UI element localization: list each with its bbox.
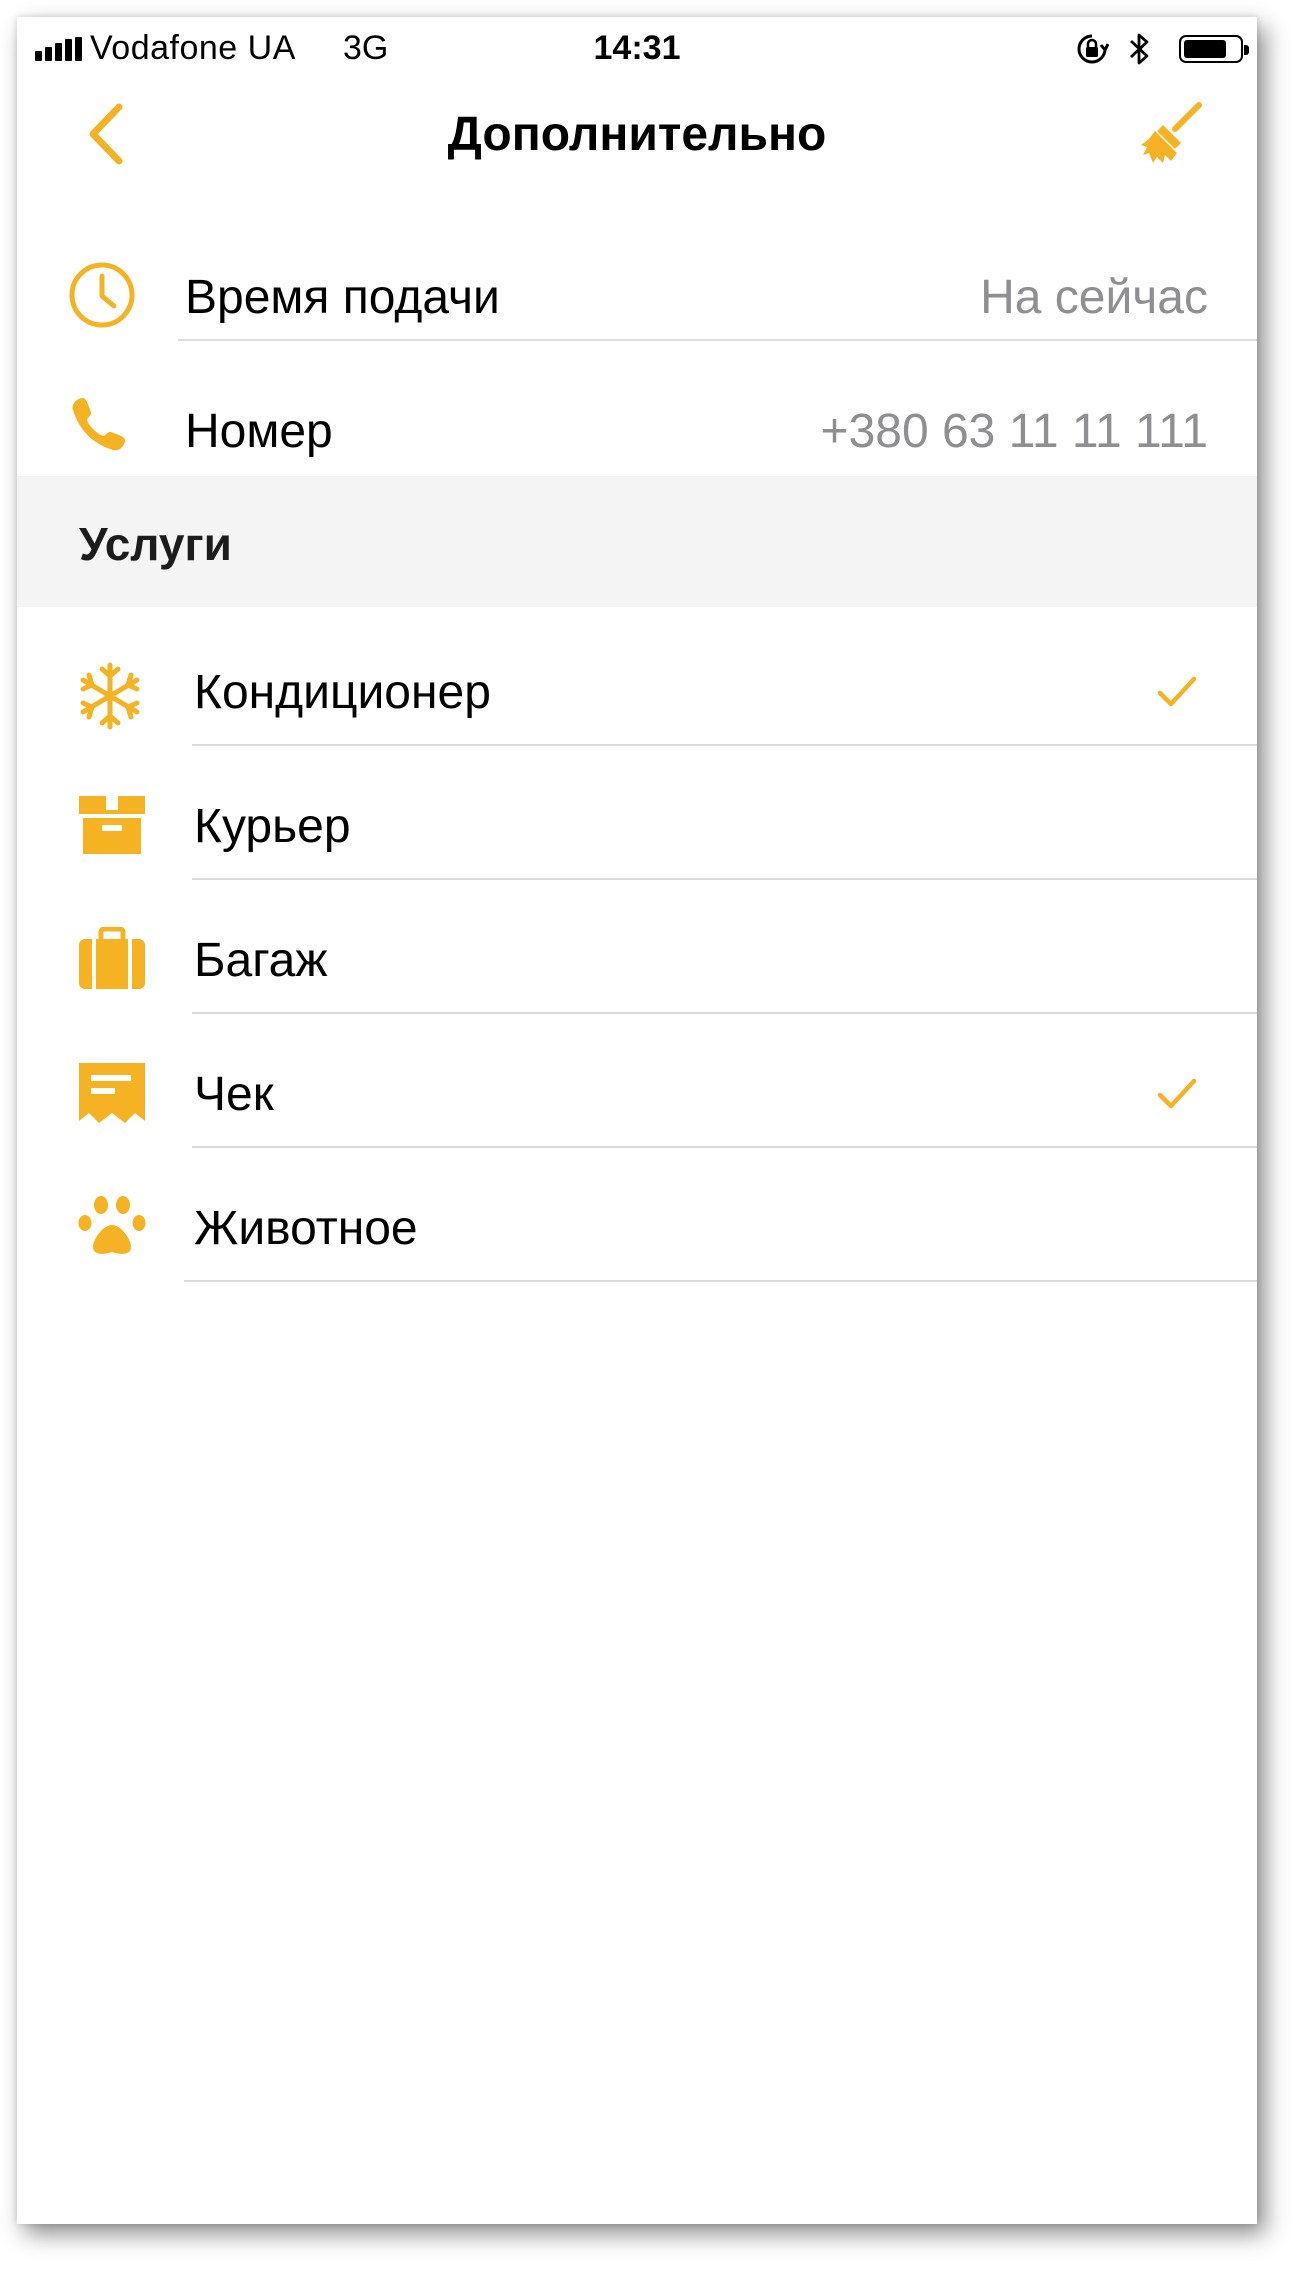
services-section-header: Услуги [17,476,1257,607]
service-label: Животное [194,1202,418,1255]
service-row-courier[interactable]: Курьер [17,759,1257,893]
snowflake-icon [80,662,140,730]
paw-icon [78,1196,146,1254]
phone-icon [72,398,125,451]
divider [192,1146,1257,1148]
service-label: Багаж [194,934,328,987]
service-row-luggage[interactable]: Багаж [17,893,1257,1027]
service-row-pet[interactable]: Животное [17,1161,1257,1295]
status-time: 14:31 [593,29,681,67]
suitcase-icon [79,927,145,989]
service-label: Чек [194,1068,274,1121]
phone-label: Номер [185,405,333,458]
navigation-bar: Дополнительно [17,77,1257,187]
pickup-time-value: На сейчас [980,271,1208,324]
orientation-lock-icon [1077,34,1109,64]
divider [184,1280,1257,1282]
divider [192,744,1257,746]
divider [192,1012,1257,1014]
page-title: Дополнительно [447,108,827,161]
divider [178,339,1257,341]
broom-icon [1141,102,1202,163]
checkmark-icon [1157,676,1197,707]
service-row-conditioner[interactable]: Кондиционер [17,625,1257,759]
services-header-label: Услуги [79,518,232,570]
service-label: Кондиционер [194,666,491,719]
pickup-time-row[interactable]: Время подачи На сейчас [17,230,1257,364]
box-icon [79,796,145,854]
checkmark-icon [1157,1078,1197,1109]
clock-icon [69,262,135,328]
status-bar: Vodafone UA 3G 14:31 [17,17,1257,77]
service-row-receipt[interactable]: Чек [17,1027,1257,1161]
service-label: Курьер [194,800,351,853]
clear-button[interactable] [1137,99,1207,169]
phone-value: +380 63 11 11 111 [820,405,1208,458]
pickup-time-label: Время подачи [185,271,500,324]
receipt-icon [79,1063,145,1123]
app-screen: Vodafone UA 3G 14:31 Дополнительно Время… [17,17,1257,2224]
status-icons [1075,31,1249,67]
divider [192,878,1257,880]
bluetooth-icon [1130,33,1149,65]
battery-icon [1179,35,1249,63]
